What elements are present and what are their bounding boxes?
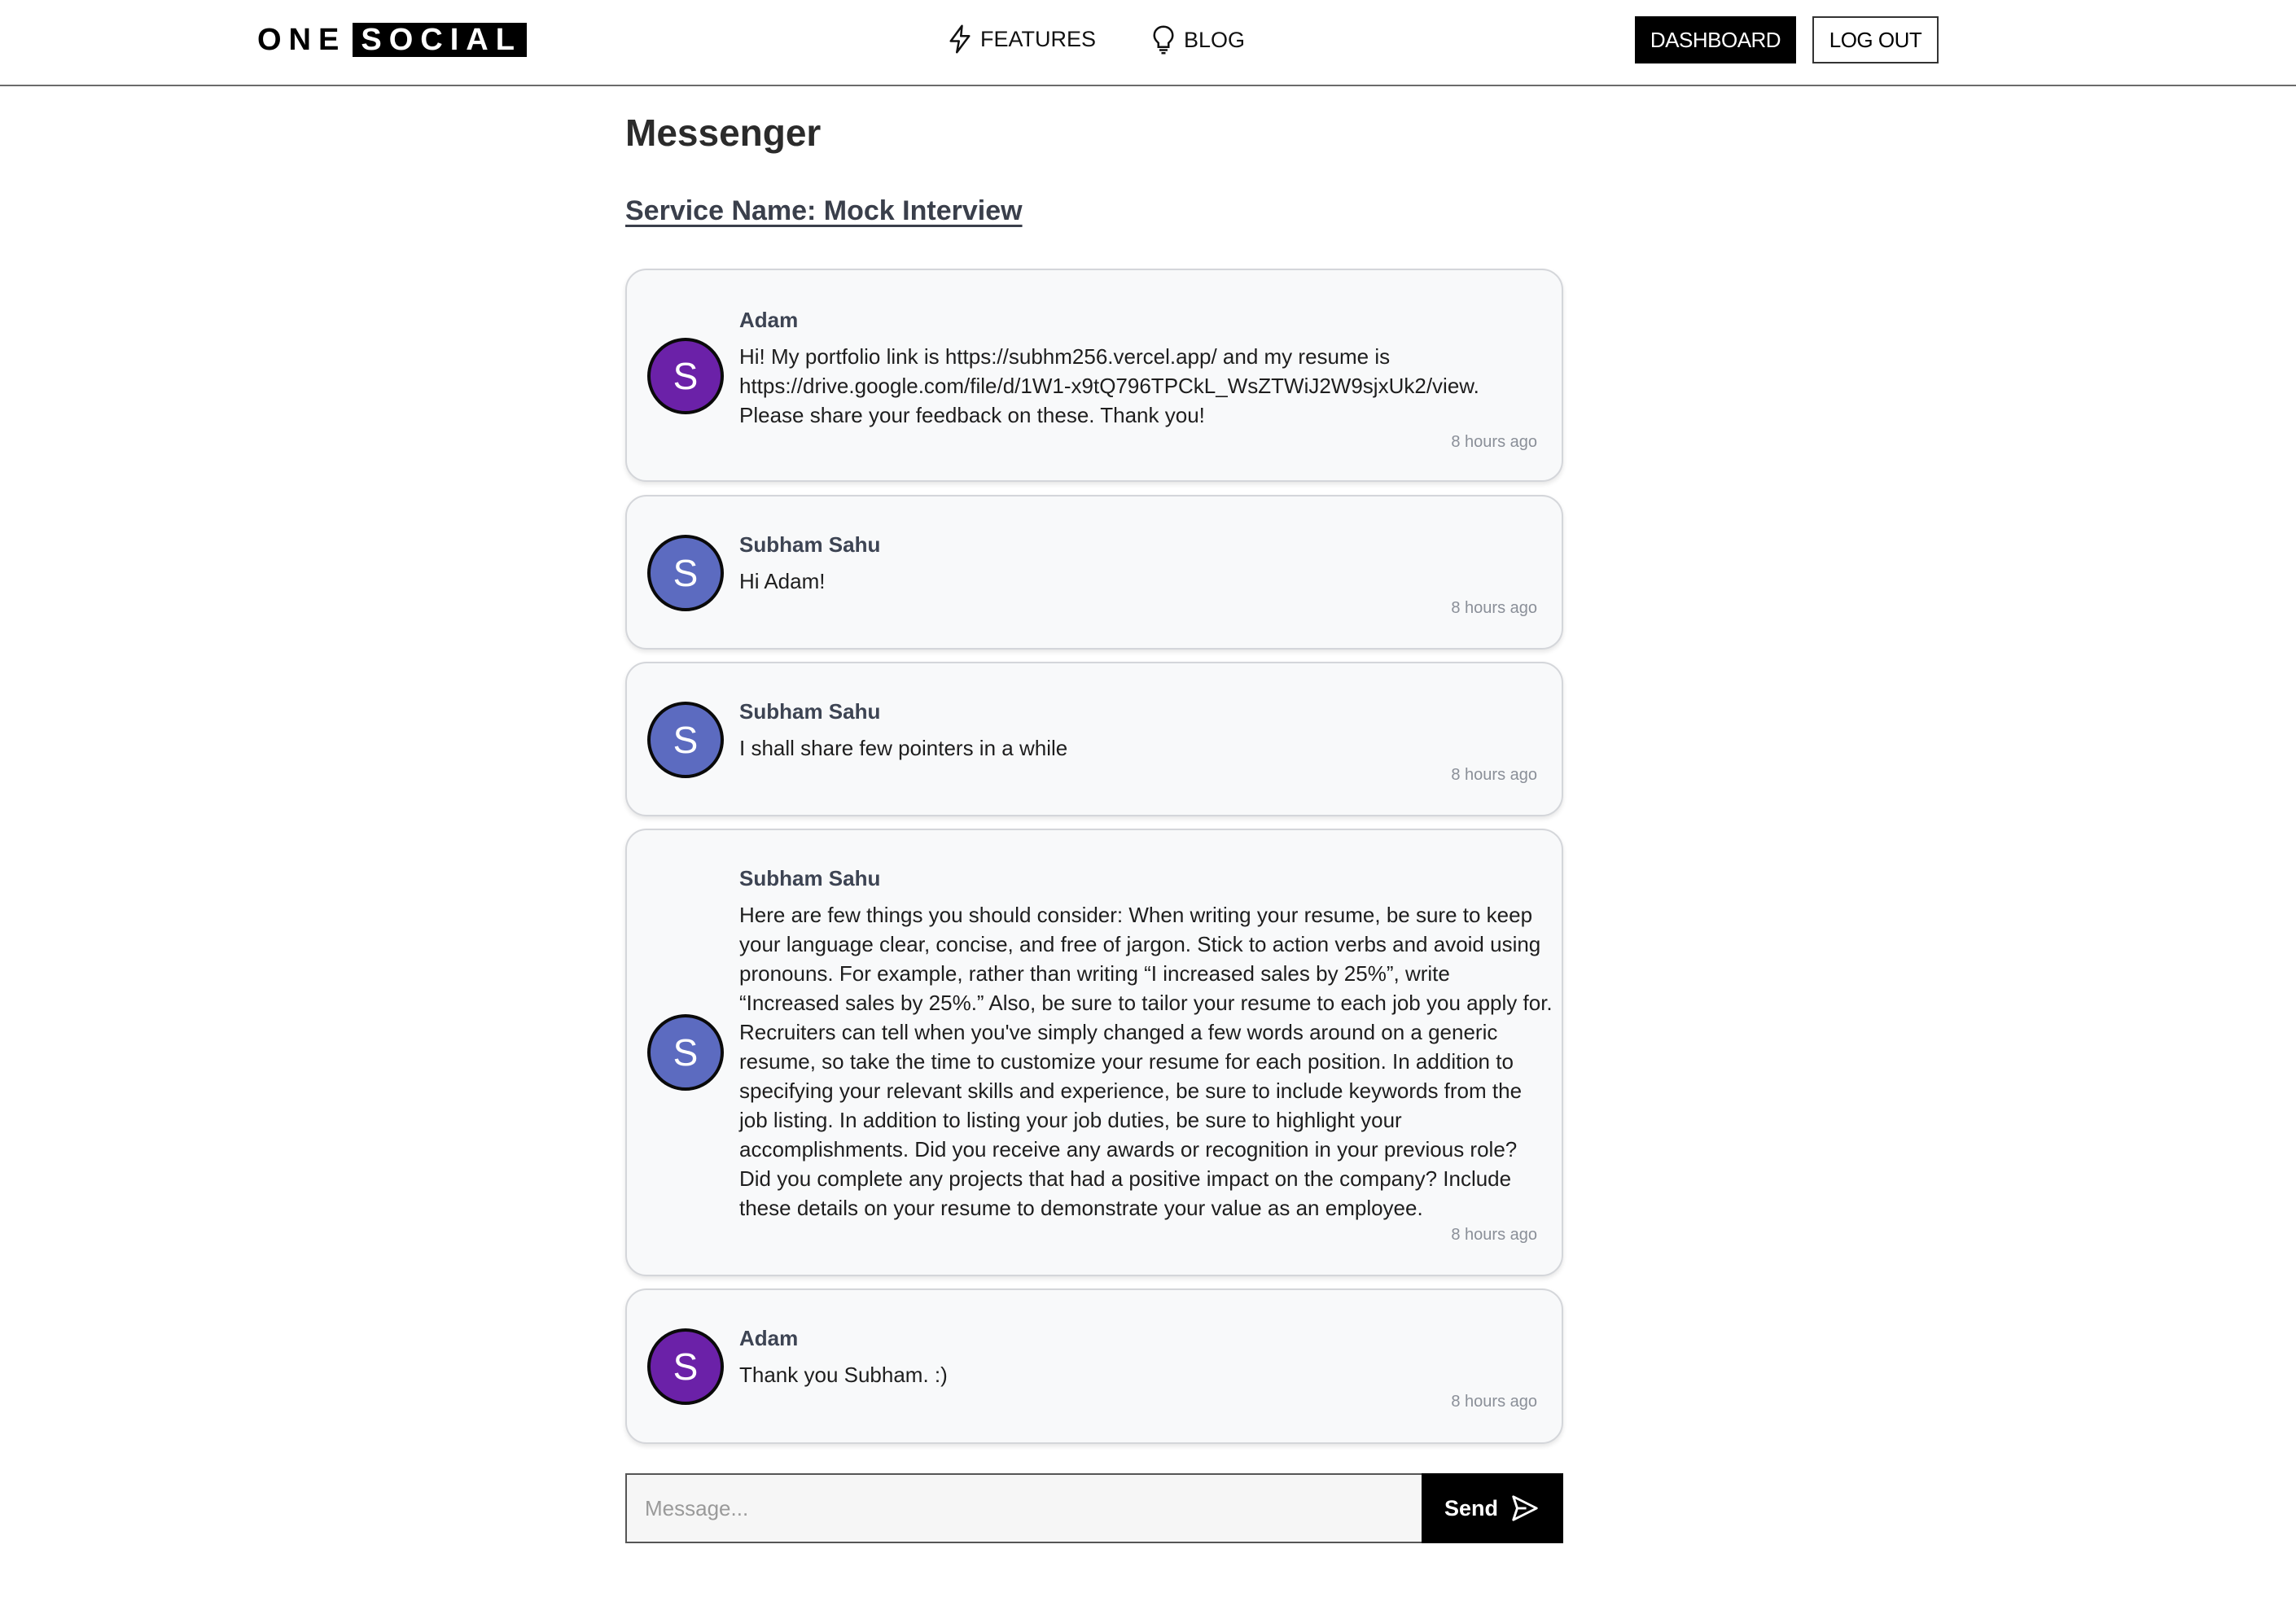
message-card: S Subham Sahu Here are few things you sh… xyxy=(625,829,1563,1276)
avatar[interactable]: S xyxy=(647,702,724,778)
onesocial-logo[interactable]: ONE SOCIAL xyxy=(257,23,527,57)
lightning-icon xyxy=(949,24,971,54)
message-card: S Adam Hi! My portfolio link is https://… xyxy=(625,269,1563,482)
top-navbar: ONE SOCIAL FEATURES BLOG DASHBOARD LOG O… xyxy=(0,0,2296,86)
nav-features-label: FEATURES xyxy=(980,26,1097,51)
message-timestamp: 8 hours ago xyxy=(1451,1393,1537,1411)
message-line: accomplishments. Did you receive any awa… xyxy=(739,1137,1518,1162)
message-text: Here are few things you should consider:… xyxy=(739,900,1562,1223)
message-line: Here are few things you should consider:… xyxy=(739,903,1533,927)
message-text: Thank you Subham. :) xyxy=(739,1360,1553,1389)
message-line: resume, so take the time to customize yo… xyxy=(739,1049,1514,1074)
send-button[interactable]: Send xyxy=(1422,1473,1563,1543)
message-line: pronouns. For example, rather than writi… xyxy=(739,961,1450,986)
message-line: Thank you Subham. :) xyxy=(739,1363,948,1387)
avatar[interactable]: S xyxy=(647,1014,724,1091)
message-line: specifying your relevant skills and expe… xyxy=(739,1078,1523,1103)
message-text: Hi! My portfolio link is https://subhm25… xyxy=(739,342,1553,430)
message-line: “Increased sales by 25%.” Also, be sure … xyxy=(739,991,1553,1015)
message-line: https://drive.google.com/file/d/1W1-x9tQ… xyxy=(739,374,1479,398)
logo-text-social: SOCIAL xyxy=(353,23,527,57)
message-card: S Adam Thank you Subham. :) 8 hours ago xyxy=(625,1288,1563,1444)
message-line: job listing. In addition to listing your… xyxy=(739,1108,1402,1132)
message-card: S Subham Sahu Hi Adam! 8 hours ago xyxy=(625,495,1563,650)
message-text: Hi Adam! xyxy=(739,567,1553,596)
send-icon xyxy=(1512,1495,1538,1521)
message-timestamp: 8 hours ago xyxy=(1451,766,1537,784)
nav-features[interactable]: FEATURES xyxy=(948,24,1096,54)
service-name-link[interactable]: Service Name: Mock Interview xyxy=(625,195,1023,227)
message-sender: Subham Sahu xyxy=(739,532,881,557)
logout-button[interactable]: LOG OUT xyxy=(1812,16,1939,63)
message-timestamp: 8 hours ago xyxy=(1451,1226,1537,1244)
message-line: these details on your resume to demonstr… xyxy=(739,1196,1423,1220)
nav-blog-label: BLOG xyxy=(1184,27,1246,52)
send-button-label: Send xyxy=(1444,1495,1498,1520)
message-sender: Adam xyxy=(739,308,799,332)
lightbulb-icon xyxy=(1153,25,1174,55)
message-line: I shall share few pointers in a while xyxy=(739,736,1068,760)
message-text: I shall share few pointers in a while xyxy=(739,733,1553,763)
message-input[interactable] xyxy=(625,1473,1423,1543)
message-line: Hi Adam! xyxy=(739,569,826,593)
message-line: Recruiters can tell when you've simply c… xyxy=(739,1020,1498,1044)
avatar[interactable]: S xyxy=(647,338,724,414)
message-card: S Subham Sahu I shall share few pointers… xyxy=(625,662,1563,816)
message-timestamp: 8 hours ago xyxy=(1451,433,1537,451)
avatar[interactable]: S xyxy=(647,1328,724,1405)
nav-blog[interactable]: BLOG xyxy=(1151,24,1245,55)
logo-text-one: ONE xyxy=(257,22,347,57)
message-sender: Adam xyxy=(739,1326,799,1350)
page-title: Messenger xyxy=(625,112,822,154)
dashboard-button[interactable]: DASHBOARD xyxy=(1635,16,1796,63)
message-sender: Subham Sahu xyxy=(739,866,881,890)
message-line: Did you complete any projects that had a… xyxy=(739,1166,1512,1191)
message-timestamp: 8 hours ago xyxy=(1451,599,1537,617)
message-line: Hi! My portfolio link is https://subhm25… xyxy=(739,344,1391,369)
message-sender: Subham Sahu xyxy=(739,699,881,724)
message-line: Please share your feedback on these. Tha… xyxy=(739,403,1205,427)
avatar[interactable]: S xyxy=(647,535,724,611)
message-line: your language clear, concise, and free o… xyxy=(739,932,1541,956)
